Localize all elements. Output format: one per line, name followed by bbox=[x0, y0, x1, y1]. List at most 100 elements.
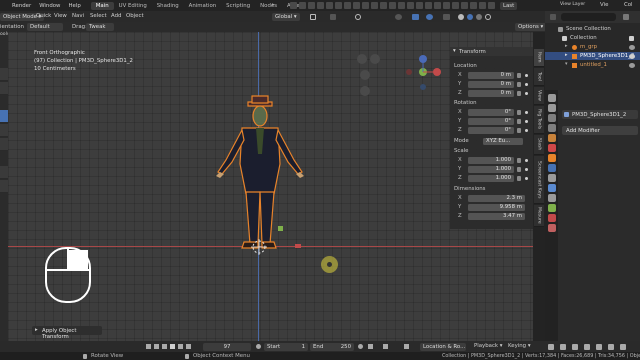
icon-toolbar-icon[interactable] bbox=[299, 2, 306, 9]
timeline-frame-icon[interactable] bbox=[620, 343, 626, 350]
lock-icon[interactable] bbox=[517, 119, 521, 124]
transform-panel-header[interactable]: ▾ Transform bbox=[450, 47, 533, 56]
keyframe-dot-icon[interactable] bbox=[525, 92, 528, 95]
checkbox-icon[interactable] bbox=[629, 35, 634, 41]
texture-tab-icon[interactable] bbox=[547, 224, 556, 232]
expand-chevron-icon[interactable]: ▸ bbox=[565, 43, 568, 49]
pivot-icon[interactable] bbox=[310, 13, 316, 20]
scene-tab-icon[interactable] bbox=[547, 134, 556, 142]
auto-key-icon[interactable] bbox=[383, 344, 388, 349]
outliner-row-collection[interactable]: Collection bbox=[545, 34, 640, 42]
workspace-tab-animation[interactable]: Animation bbox=[184, 2, 221, 10]
lock-icon[interactable] bbox=[517, 110, 521, 115]
timeline-frame-icon[interactable] bbox=[584, 343, 590, 350]
gizmo-icon[interactable] bbox=[412, 13, 419, 20]
modifier-tab-icon[interactable] bbox=[547, 164, 556, 172]
menu-render[interactable]: Render bbox=[0, 3, 35, 9]
data-tab-icon[interactable] bbox=[547, 204, 556, 212]
keyframe-dot-icon[interactable] bbox=[525, 74, 528, 77]
location-z-field[interactable]: 0 m bbox=[468, 90, 514, 97]
character-model[interactable] bbox=[206, 94, 316, 254]
icon-toolbar-icon[interactable] bbox=[380, 2, 387, 9]
icon-toolbar-icon[interactable] bbox=[488, 2, 495, 9]
jump-start-icon[interactable] bbox=[146, 344, 151, 349]
start-frame-field[interactable]: Start 1 bbox=[264, 342, 308, 351]
rendered-shading-icon[interactable] bbox=[476, 13, 482, 20]
timeline-frame-icon[interactable] bbox=[572, 343, 578, 350]
outliner-row-pm3d-sphere[interactable]: ▸ PM3D_Sphere3D1_2 bbox=[545, 52, 640, 60]
funnel-icon[interactable] bbox=[623, 14, 629, 20]
material-tab-icon[interactable] bbox=[547, 214, 556, 222]
playback-menu[interactable]: Playback ▾ bbox=[474, 343, 502, 349]
menu-view[interactable]: View bbox=[54, 13, 67, 19]
sidebar-tab-slash[interactable]: Slash bbox=[534, 135, 544, 155]
visibility-icon[interactable] bbox=[395, 13, 402, 20]
constraints-tab-icon[interactable] bbox=[547, 194, 556, 202]
timeline-frame-icon[interactable] bbox=[596, 343, 602, 350]
overlays-icon[interactable] bbox=[426, 13, 433, 20]
solid-shading-icon[interactable] bbox=[458, 13, 464, 20]
move-tool[interactable] bbox=[0, 110, 8, 123]
sidebar-tab-view[interactable]: View bbox=[534, 87, 544, 105]
options-button[interactable]: Options ▾ bbox=[515, 23, 547, 31]
record-icon[interactable] bbox=[358, 344, 363, 349]
transform-orientation-select[interactable]: Global ▾ bbox=[272, 12, 300, 21]
icon-toolbar-icon[interactable] bbox=[479, 2, 486, 9]
icon-toolbar-icon[interactable] bbox=[353, 2, 360, 9]
icon-toolbar-icon[interactable] bbox=[443, 2, 450, 9]
icon-toolbar-icon[interactable] bbox=[317, 2, 324, 9]
workspace-tab-uv-editing[interactable]: UV Editing bbox=[114, 2, 152, 10]
menu-help[interactable]: Help bbox=[64, 3, 84, 9]
scale-z-field[interactable]: 1.000 bbox=[468, 175, 514, 182]
keying-set-icon[interactable] bbox=[368, 344, 373, 349]
timeline-view-icon[interactable] bbox=[548, 343, 554, 350]
icon-toolbar-icon[interactable] bbox=[407, 2, 414, 9]
visibility-eye-icon[interactable] bbox=[629, 62, 635, 68]
camera-icon[interactable] bbox=[360, 70, 370, 80]
keying-set-select[interactable]: Location & Ro... bbox=[420, 342, 466, 351]
dimensions-y-field[interactable]: 9.958 m bbox=[468, 204, 525, 211]
scale-x-field[interactable]: 1.000 bbox=[468, 157, 514, 164]
grid-view-icon[interactable] bbox=[360, 86, 370, 96]
menu-add[interactable]: Add bbox=[111, 13, 121, 19]
world-tab-icon[interactable] bbox=[547, 144, 556, 152]
proportional-edit-icon[interactable] bbox=[355, 13, 361, 20]
keyframe-dot-icon[interactable] bbox=[525, 83, 528, 86]
keying-menu[interactable]: Keying ▾ bbox=[508, 343, 531, 349]
sidebar-tab-screencast-keys[interactable]: Screencast Keys bbox=[534, 156, 544, 204]
marker-icon[interactable] bbox=[560, 343, 566, 350]
drag-select[interactable]: Tweak bbox=[86, 23, 114, 31]
expand-chevron-icon[interactable]: ▸ bbox=[565, 52, 568, 58]
prev-keyframe-icon[interactable] bbox=[154, 344, 159, 349]
icon-toolbar-icon[interactable] bbox=[461, 2, 468, 9]
next-keyframe-icon[interactable] bbox=[178, 344, 183, 349]
lock-icon[interactable] bbox=[517, 167, 521, 172]
cursor-tool[interactable] bbox=[0, 82, 8, 95]
workspace-tab-scripting[interactable]: Scripting bbox=[221, 2, 255, 10]
add-modifier-button[interactable]: Add Modifier bbox=[562, 126, 638, 135]
dimensions-x-field[interactable]: 2.3 m bbox=[468, 195, 525, 202]
rotation-x-field[interactable]: 0° bbox=[468, 109, 514, 116]
lock-icon[interactable] bbox=[517, 158, 521, 163]
visibility-eye-icon[interactable] bbox=[629, 44, 635, 50]
measure-tool[interactable] bbox=[0, 180, 8, 193]
lock-icon[interactable] bbox=[517, 82, 521, 87]
icon-toolbar-icon[interactable] bbox=[425, 2, 432, 9]
view-layer-tab-icon[interactable] bbox=[547, 124, 556, 132]
rotation-mode-select[interactable]: XYZ Eu... bbox=[483, 138, 523, 145]
sidebar-tab-mesure[interactable]: Mesure bbox=[534, 205, 544, 227]
wireframe-shading-icon[interactable] bbox=[485, 13, 491, 20]
play-icon[interactable] bbox=[170, 344, 175, 349]
sidebar-tab-tool[interactable]: Tool bbox=[534, 68, 544, 86]
jump-end-icon[interactable] bbox=[186, 344, 191, 349]
keyframe-insert-icon[interactable] bbox=[404, 344, 409, 349]
snap-icon[interactable] bbox=[330, 13, 336, 20]
expand-chevron-icon[interactable]: ▾ bbox=[565, 61, 568, 67]
icon-toolbar-icon[interactable] bbox=[335, 2, 342, 9]
keyframe-dot-icon[interactable] bbox=[525, 120, 528, 123]
sidebar-tab-rig-tools[interactable]: Rig Tools bbox=[534, 106, 544, 134]
tool-tab-icon[interactable] bbox=[547, 94, 556, 102]
current-frame-field[interactable]: 97 bbox=[203, 342, 251, 351]
icon-toolbar-icon[interactable] bbox=[290, 2, 297, 9]
keyframe-dot-icon[interactable] bbox=[525, 159, 528, 162]
